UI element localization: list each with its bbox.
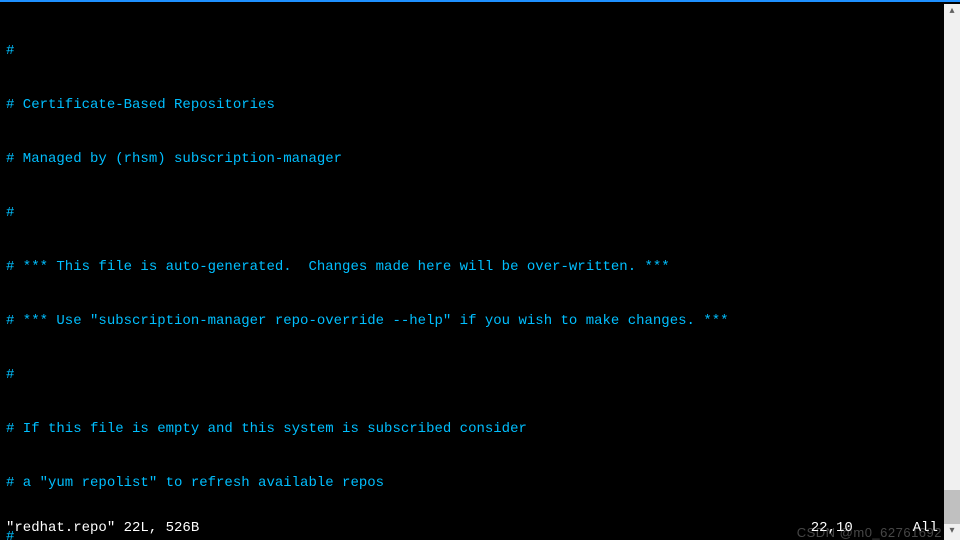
comment-line: # *** Use "subscription-manager repo-ove… [6,313,729,329]
terminal-window: # # Certificate-Based Repositories # Man… [0,0,960,540]
scroll-down-button[interactable]: ▾ [944,524,960,540]
scroll-thumb[interactable] [944,490,960,524]
comment-line: # [6,43,14,59]
status-scroll-percent: All [913,520,938,538]
chevron-up-icon: ▴ [949,7,954,17]
vim-status-bar: "redhat.repo" 22L, 526B 22,10 All [6,520,938,538]
comment-line: # *** This file is auto-generated. Chang… [6,259,670,275]
comment-line: # Managed by (rhsm) subscription-manager [6,151,342,167]
terminal-viewport[interactable]: # # Certificate-Based Repositories # Man… [0,4,944,540]
comment-line: # If this file is empty and this system … [6,421,527,437]
scroll-track[interactable] [944,20,960,524]
scrollbar-vertical[interactable]: ▴ ▾ [944,4,960,540]
chevron-down-icon: ▾ [949,527,954,537]
comment-line: # a "yum repolist" to refresh available … [6,475,384,491]
comment-line: # Certificate-Based Repositories [6,97,275,113]
comment-line: # [6,205,14,221]
status-cursor-position: 22,10 [811,520,853,538]
status-filename: "redhat.repo" 22L, 526B [6,520,199,538]
scroll-up-button[interactable]: ▴ [944,4,960,20]
comment-line: # [6,367,14,383]
